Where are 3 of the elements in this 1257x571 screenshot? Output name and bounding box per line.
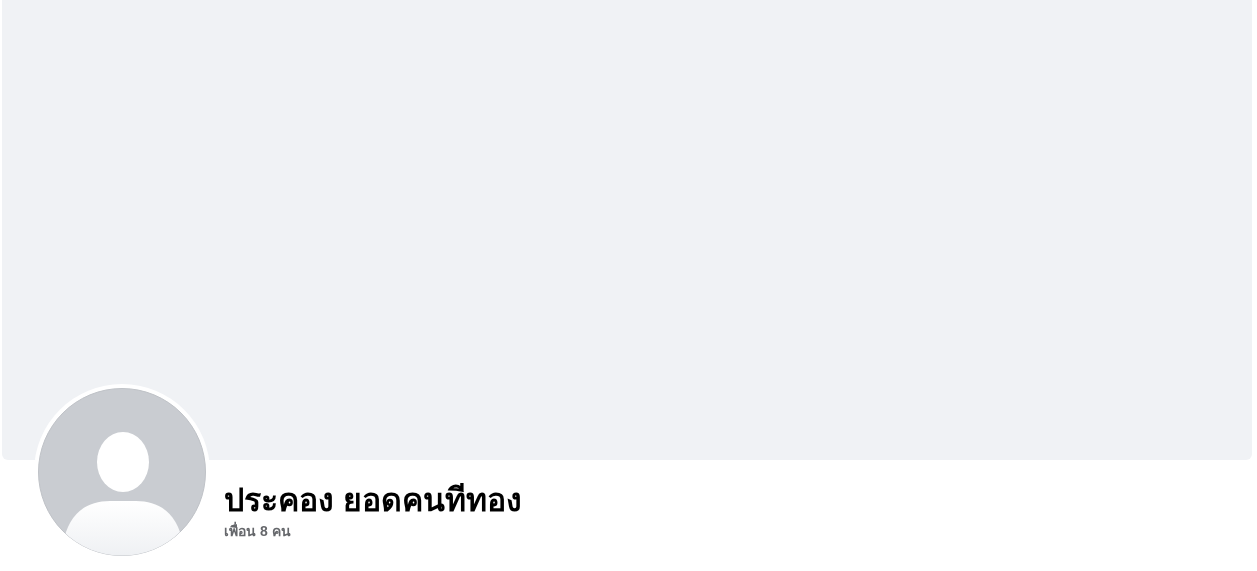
person-silhouette-icon <box>38 388 206 556</box>
friend-count[interactable]: เพื่อน 8 คน <box>224 521 522 541</box>
profile-name: ประคอง ยอดคนทีทอง <box>224 481 522 520</box>
